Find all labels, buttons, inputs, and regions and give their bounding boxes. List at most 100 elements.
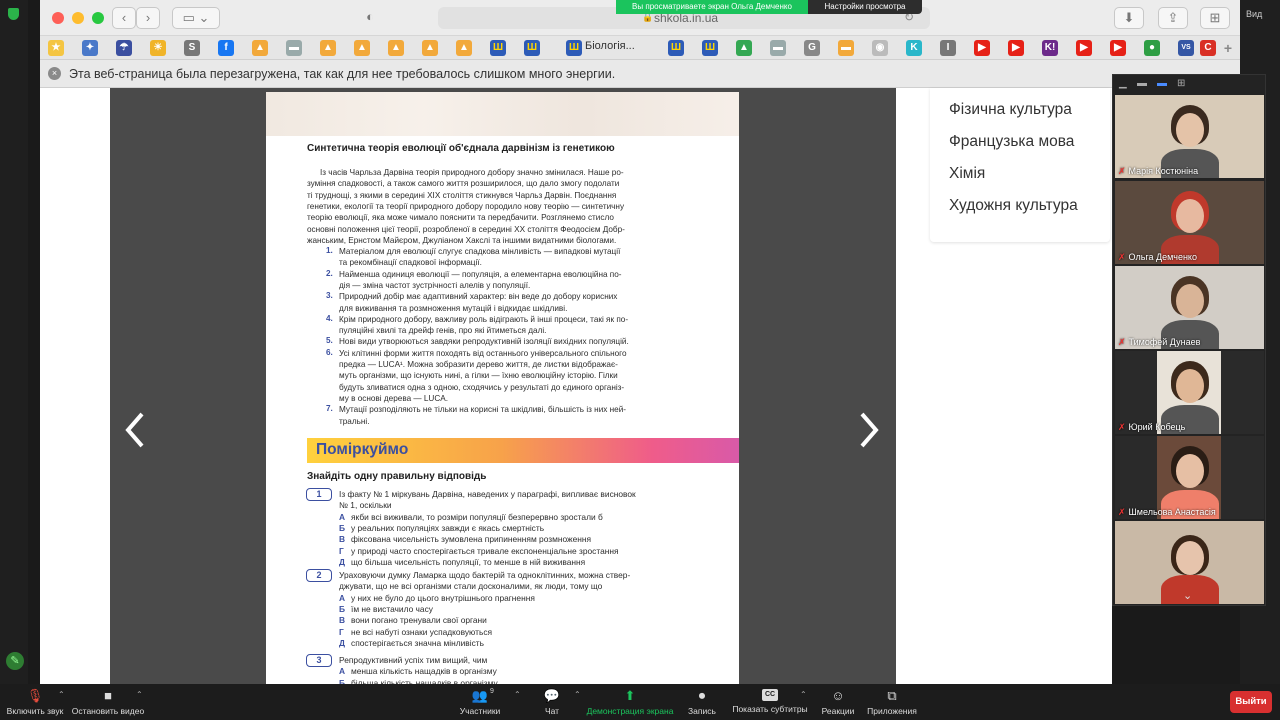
bookmark-icon[interactable]: ☂: [116, 40, 132, 56]
speaker-view-icon[interactable]: ▬: [1157, 78, 1167, 89]
subject-link[interactable]: Хімія: [949, 165, 985, 183]
bookmark-icon[interactable]: G: [804, 40, 820, 56]
minimize-icon[interactable]: ▁: [1119, 78, 1127, 89]
grid-view-icon[interactable]: ⊞: [1177, 78, 1185, 89]
bookmark-icon[interactable]: S: [184, 40, 200, 56]
forward-button[interactable]: ›: [136, 7, 160, 29]
toolbar-icon: 🎙: [26, 688, 44, 703]
bookmark-icon[interactable]: ▲: [736, 40, 752, 56]
toolbar-item[interactable]: 👥 Участники: [452, 686, 508, 717]
view-label[interactable]: Вид: [1246, 9, 1262, 19]
caret-up-icon[interactable]: ⌃: [800, 690, 807, 699]
point-number: 2.: [326, 268, 333, 278]
share-button[interactable]: ⇪: [1158, 7, 1188, 29]
bookmark-icon[interactable]: C: [1200, 40, 1216, 56]
caret-up-icon[interactable]: ⌃: [136, 690, 143, 699]
bookmark-icon[interactable]: ▲: [456, 40, 472, 56]
previous-page-button[interactable]: [120, 408, 154, 452]
bookmark-icon[interactable]: Ш: [668, 40, 684, 56]
bookmark-icon[interactable]: Ш: [702, 40, 718, 56]
question-text: джувати, що не всі організми стали доско…: [339, 581, 603, 592]
participant-face: [1176, 199, 1204, 233]
strip-view-icon[interactable]: ▬: [1137, 78, 1147, 89]
youtube-icon[interactable]: ▶: [1076, 40, 1092, 56]
leave-button[interactable]: Выйти: [1230, 691, 1272, 713]
participant-tile[interactable]: ✗ Ольга Демченко: [1115, 181, 1264, 264]
point-line: муть організми, що існують нині, а гілки…: [339, 371, 618, 381]
participant-face: [1176, 284, 1204, 318]
bookmark-icon[interactable]: ▲: [252, 40, 268, 56]
toolbar-label: Запись: [688, 706, 716, 716]
participant-tile[interactable]: ✗ Марія Костюніна: [1115, 95, 1264, 178]
chevron-right-icon: [860, 412, 879, 448]
bookmark-icon[interactable]: Ш: [524, 40, 540, 56]
bookmark-icon[interactable]: ▲: [422, 40, 438, 56]
sidebar-button[interactable]: ▭ ⌄: [172, 7, 220, 29]
participants-count: 9: [490, 688, 494, 695]
bookmark-icon[interactable]: VS: [1178, 40, 1194, 56]
option-letter: А: [339, 666, 346, 677]
toolbar-item[interactable]: ☺ Реакции: [812, 686, 864, 717]
subject-link[interactable]: Фізична культура: [949, 101, 1072, 119]
close-window-icon[interactable]: [52, 12, 64, 24]
bookmark-icon[interactable]: ◉: [872, 40, 888, 56]
page-header-image: [266, 92, 739, 136]
bookmark-icon[interactable]: ▲: [354, 40, 370, 56]
subject-link[interactable]: Художня культура: [949, 197, 1078, 215]
toolbar-item[interactable]: ■ Остановить видео: [70, 686, 146, 717]
bookmark-icon[interactable]: K!: [1042, 40, 1058, 56]
toolbar-item[interactable]: ⧉ Приложения: [862, 686, 922, 717]
next-page-button[interactable]: [852, 408, 886, 452]
bookmark-icon[interactable]: K: [906, 40, 922, 56]
point-number: 5.: [326, 336, 333, 346]
intro-line: Із часів Чарльза Дарвіна теорія природно…: [320, 168, 624, 177]
option-text: у реальних популяціях завжди є якась сме…: [351, 522, 545, 533]
bookmark-icon[interactable]: ▲: [388, 40, 404, 56]
point-number: 7.: [326, 404, 333, 414]
bookmark-icon[interactable]: ▲: [320, 40, 336, 56]
caret-up-icon[interactable]: ⌃: [574, 690, 581, 699]
option-text: їм не вистачило часу: [351, 603, 433, 614]
participant-tile[interactable]: ✗ Тимофей Дунаев: [1115, 266, 1264, 349]
toolbar-item[interactable]: ⬆ Демонстрация экрана: [586, 686, 674, 717]
bookmark-icon[interactable]: ▬: [838, 40, 854, 56]
participant-name-text: Марія Костюніна: [1128, 166, 1199, 176]
add-bookmark-icon[interactable]: +: [1220, 40, 1236, 56]
privacy-shield-icon[interactable]: ◐: [358, 7, 382, 29]
bookmark-icon[interactable]: ▬: [286, 40, 302, 56]
toolbar-item[interactable]: 💬 Чат: [532, 686, 572, 717]
pencil-icon[interactable]: ✎: [6, 652, 24, 670]
scroll-down-icon[interactable]: ⌄: [1183, 589, 1192, 602]
bookmark-icon[interactable]: ●: [1144, 40, 1160, 56]
muted-mic-icon: ✗: [1118, 422, 1126, 432]
muted-mic-icon: ✗: [1118, 507, 1126, 517]
facebook-icon[interactable]: f: [218, 40, 234, 56]
toolbar-item[interactable]: 🎙 Включить звук: [6, 686, 64, 717]
subject-link[interactable]: Французька мова: [949, 133, 1074, 151]
back-button[interactable]: ‹: [112, 7, 136, 29]
bookmark-icon[interactable]: ★: [48, 40, 64, 56]
tab-overview-button[interactable]: ⊞: [1200, 7, 1230, 29]
participant-tile[interactable]: ✗ Шмельова Анастасія: [1115, 436, 1264, 519]
participant-tile[interactable]: ✗ Юрий Кобець: [1115, 351, 1264, 434]
bookmark-icon[interactable]: Ш: [566, 40, 582, 56]
youtube-icon[interactable]: ▶: [974, 40, 990, 56]
muted-mic-icon: ✗: [1118, 166, 1126, 176]
toolbar-item[interactable]: ⏺ Запись: [680, 686, 724, 717]
bookmark-icon[interactable]: I: [940, 40, 956, 56]
bookmark-icon[interactable]: ☀: [150, 40, 166, 56]
bookmark-icon[interactable]: Ш: [490, 40, 506, 56]
view-options-button[interactable]: Настройки просмотра: [808, 0, 922, 14]
point-line: дія — зміна частот зустрічності алелів у…: [339, 280, 531, 290]
download-button[interactable]: ⬇: [1114, 7, 1144, 29]
caret-up-icon[interactable]: ⌃: [514, 690, 521, 699]
bookmark-icon[interactable]: ▬: [770, 40, 786, 56]
bookmark-icon[interactable]: ✦: [82, 40, 98, 56]
bookmark-biology-label[interactable]: Біологія...: [585, 40, 635, 52]
close-notice-icon[interactable]: ×: [48, 67, 61, 80]
minimize-window-icon[interactable]: [72, 12, 84, 24]
caret-up-icon[interactable]: ⌃: [58, 690, 65, 699]
youtube-icon[interactable]: ▶: [1110, 40, 1126, 56]
maximize-window-icon[interactable]: [92, 12, 104, 24]
youtube-icon[interactable]: ▶: [1008, 40, 1024, 56]
